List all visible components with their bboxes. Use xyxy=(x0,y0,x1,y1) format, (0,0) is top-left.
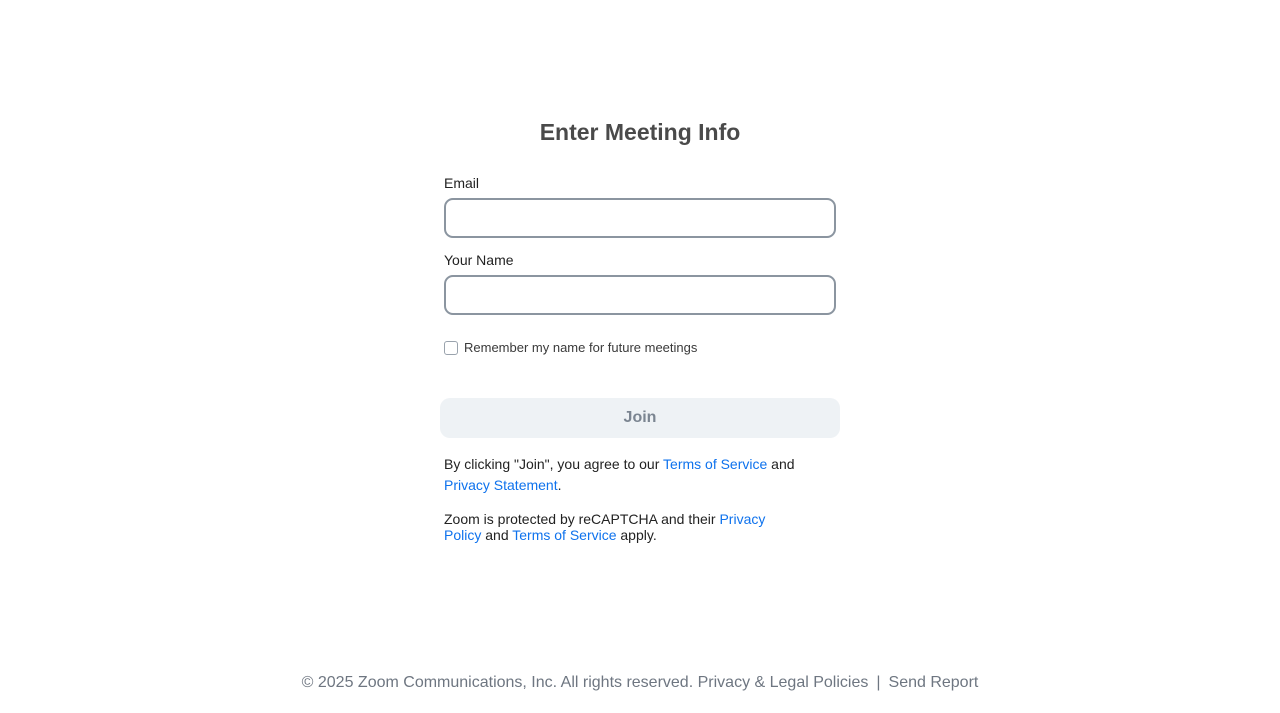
terms-of-service-link[interactable]: Terms of Service xyxy=(663,456,767,472)
remember-name-option[interactable]: Remember my name for future meetings xyxy=(444,340,697,355)
recaptcha-prefix: Zoom is protected by reCAPTCHA and their xyxy=(444,511,716,527)
agree-period: . xyxy=(557,477,562,493)
join-meeting-page: Enter Meeting Info Email Your Name Remem… xyxy=(0,0,1280,713)
remember-name-label[interactable]: Remember my name for future meetings xyxy=(464,340,697,355)
email-field[interactable] xyxy=(444,198,836,238)
name-label: Your Name xyxy=(444,252,514,268)
agree-prefix: By clicking "Join", you agree to our xyxy=(444,456,660,472)
send-report-link[interactable]: Send Report xyxy=(889,674,979,691)
footer-separator: | xyxy=(876,674,881,691)
copyright-text: © 2025 Zoom Communications, Inc. All rig… xyxy=(301,674,694,691)
email-label: Email xyxy=(444,175,480,191)
join-button[interactable]: Join xyxy=(440,398,840,438)
remember-name-checkbox[interactable] xyxy=(444,340,458,355)
agree-and: and xyxy=(771,456,795,472)
recaptcha-terms-link[interactable]: Terms of Service xyxy=(512,527,616,543)
page-title: Enter Meeting Info xyxy=(539,119,741,145)
recaptcha-and: and xyxy=(485,527,509,543)
privacy-statement-link[interactable]: Privacy Statement xyxy=(444,477,558,493)
recaptcha-notice: Zoom is protected by reCAPTCHA and their… xyxy=(444,511,794,543)
recaptcha-suffix: apply. xyxy=(620,527,657,543)
privacy-legal-policies-link[interactable]: Privacy & Legal Policies xyxy=(698,674,869,691)
page-footer: © 2025 Zoom Communications, Inc. All rig… xyxy=(0,674,1280,692)
meeting-info-form: Enter Meeting Info Email Your Name Remem… xyxy=(440,113,840,543)
name-field[interactable] xyxy=(444,275,836,315)
terms-agreement-text: By clicking "Join", you agree to our Ter… xyxy=(444,454,824,496)
